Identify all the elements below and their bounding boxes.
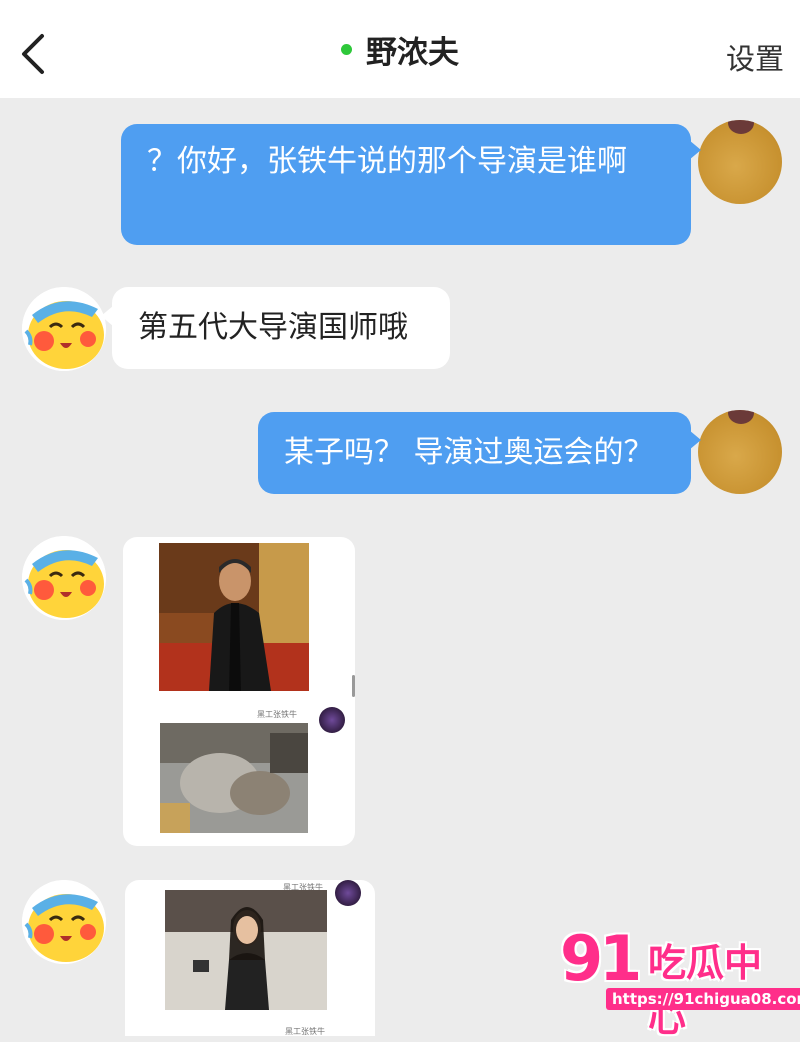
bubble-tail xyxy=(689,140,701,160)
image-caption: 黑工张铁牛 xyxy=(257,710,297,719)
watermark-number: 91 xyxy=(560,922,642,995)
avatar-mark xyxy=(728,120,754,134)
avatar-mark xyxy=(728,410,754,424)
online-status-dot xyxy=(341,43,352,55)
bubble-tail xyxy=(101,306,113,326)
bubble-tail xyxy=(689,430,701,450)
self-avatar[interactable] xyxy=(698,410,782,494)
image-message-card[interactable]: 黑工张铁牛 xyxy=(123,537,355,846)
watermark-url: https://91chigua08.com xyxy=(606,988,800,1010)
pikachu-avatar-icon xyxy=(22,287,106,371)
message-text: 第五代大导演国师哦 xyxy=(138,310,408,345)
mini-avatar xyxy=(335,880,361,906)
self-avatar[interactable] xyxy=(698,120,782,204)
message-bubble-self[interactable]: ？你好，张铁牛说的那个导演是谁啊 xyxy=(121,124,691,245)
message-text: 某子吗？ 导演过奥运会的？ xyxy=(284,435,654,470)
watermark-text: 吃瓜中心 xyxy=(648,941,763,1040)
peer-avatar[interactable] xyxy=(22,880,106,964)
image-caption-2: 黑工张铁牛 xyxy=(285,1027,325,1036)
watermark-logo: 91 吃瓜中心 https://91chigua08.com xyxy=(560,922,800,1040)
photo-man-on-red-carpet[interactable] xyxy=(159,543,309,691)
pikachu-avatar-icon xyxy=(22,880,106,964)
peer-avatar[interactable] xyxy=(22,536,106,620)
settings-button[interactable]: 设置 xyxy=(726,36,784,78)
message-bubble-self[interactable]: 某子吗？ 导演过奥运会的？ xyxy=(258,412,691,494)
chat-header: 野浓夫 设置 xyxy=(0,0,800,98)
message-bubble-peer[interactable]: 第五代大导演国师哦 xyxy=(112,287,450,369)
title-area: 野浓夫 xyxy=(0,0,800,98)
message-text: ？你好，张铁牛说的那个导演是谁啊 xyxy=(147,144,627,179)
photo-blurred[interactable] xyxy=(160,723,308,833)
image-message-card[interactable]: 黑工张铁牛 黑工张铁牛 xyxy=(125,880,375,1036)
pikachu-avatar-icon xyxy=(22,536,106,620)
peer-avatar[interactable] xyxy=(22,287,106,371)
page-title: 野浓夫 xyxy=(366,34,459,71)
mini-avatar xyxy=(319,707,345,733)
photo-woman[interactable] xyxy=(165,890,327,1010)
scroll-indicator xyxy=(352,675,355,697)
